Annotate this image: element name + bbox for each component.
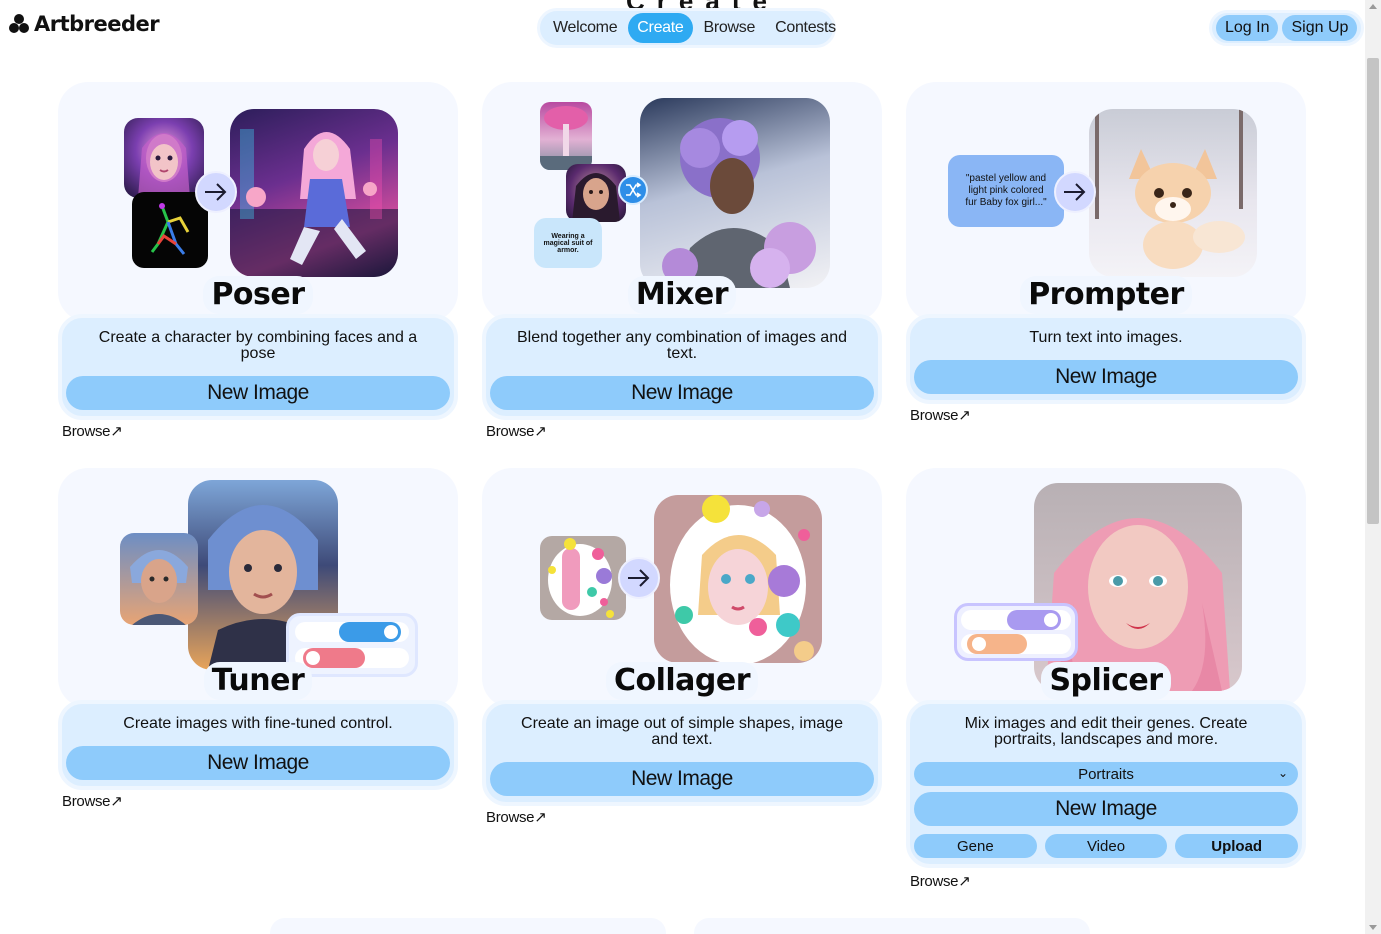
collager-body: Create an image out of simple shapes, im… [482,700,882,806]
collager-browse-link[interactable]: Browse↗ [486,808,547,826]
login-button[interactable]: Log In [1216,15,1279,41]
card-title: Poser [203,276,313,314]
arrow-right-icon [618,557,660,599]
card-description: Create images with fine-tuned control. [123,715,393,732]
prompter-new-image-button[interactable]: New Image [914,360,1298,394]
collager-result-image [654,495,822,663]
card-description: Create an image out of simple shapes, im… [521,715,843,748]
card-title: Collager [605,662,759,700]
mixer-prompt-card: Wearing a magical suit of armor. [534,218,602,268]
auth-group: Log In Sign Up [1209,10,1365,46]
poser-result-image [230,109,398,277]
card-description: Create a character by combining faces an… [98,329,418,362]
tab-contests[interactable]: Contests [766,13,845,43]
mixer-tree-image [540,102,592,170]
collager-new-image-button[interactable]: New Image [490,762,874,796]
next-card-peek-1 [270,918,666,934]
next-card-peek-2 [694,918,1090,934]
splicer-actions: Gene Video Upload [914,834,1299,858]
card-title: Tuner [203,662,313,700]
tuner-new-image-button[interactable]: New Image [66,746,450,780]
page-scrollbar[interactable] [1365,0,1381,934]
tuner-face-image [120,533,198,625]
artbreeder-logo[interactable]: Artbreeder [8,10,160,38]
mixer-new-image-button[interactable]: New Image [490,376,874,410]
poser-title-wrap: Poser [58,276,458,314]
scroll-down-icon[interactable] [1369,925,1377,930]
poser-pose-image [132,192,208,268]
poser-face-image [124,118,204,198]
card-description: Turn text into images. [1029,329,1183,346]
poser-body: Create a character by combining faces an… [58,314,458,420]
collager-title-wrap: Collager [482,662,882,700]
prompter-browse-link[interactable]: Browse↗ [910,406,971,424]
mixer-result-image [640,98,830,288]
upload-button[interactable]: Upload [1175,834,1299,858]
splicer-browse-link[interactable]: Browse↗ [910,872,971,890]
poser-browse-link[interactable]: Browse↗ [62,422,123,440]
tuner-browse-link[interactable]: Browse↗ [62,792,123,810]
card-description: Blend together any combination of images… [517,329,847,362]
poser-new-image-button[interactable]: New Image [66,376,450,410]
mixer-face-image [566,164,626,222]
mixer-body: Blend together any combination of images… [482,314,882,420]
prompter-body: Turn text into images. New Image [906,314,1306,404]
tab-welcome[interactable]: Welcome [544,13,626,43]
prompter-prompt-card: "pastel yellow and light pink colored fu… [948,155,1064,227]
scroll-thumb[interactable] [1367,58,1379,524]
shuffle-icon [618,175,648,205]
collager-shapes-image [540,536,626,620]
tuner-body: Create images with fine-tuned control. N… [58,700,458,790]
artbreeder-logo-icon [8,13,30,35]
splicer-body: Mix images and edit their genes. Create … [906,700,1306,868]
mixer-browse-link[interactable]: Browse↗ [486,422,547,440]
gene-button[interactable]: Gene [914,834,1037,858]
mixer-title-wrap: Mixer [482,276,882,314]
card-title: Prompter [1020,276,1192,314]
signup-button[interactable]: Sign Up [1282,15,1358,41]
card-description: Mix images and edit their genes. Create … [964,715,1248,748]
logo-text: Artbreeder [34,12,160,36]
prompter-result-image [1089,109,1257,277]
card-title: Mixer [627,276,737,314]
splicer-category-select[interactable]: Portraits ⌄ [914,762,1298,786]
tuner-title-wrap: Tuner [58,662,458,700]
splicer-new-image-button[interactable]: New Image [914,792,1298,826]
splicer-sliders-image [954,603,1078,661]
arrow-right-icon [1054,171,1096,213]
tab-create[interactable]: Create [628,13,693,43]
tab-browse[interactable]: Browse [695,13,765,43]
card-title: Splicer [1041,662,1171,700]
scroll-up-icon[interactable] [1369,4,1377,9]
chevron-down-icon: ⌄ [1277,766,1288,780]
splicer-title-wrap: Splicer [906,662,1306,700]
prompter-title-wrap: Prompter [906,276,1306,314]
select-value: Portraits [1078,765,1134,783]
video-button[interactable]: Video [1044,834,1168,858]
main-nav: Welcome Create Browse Contests [537,8,836,48]
arrow-right-icon [195,171,237,213]
